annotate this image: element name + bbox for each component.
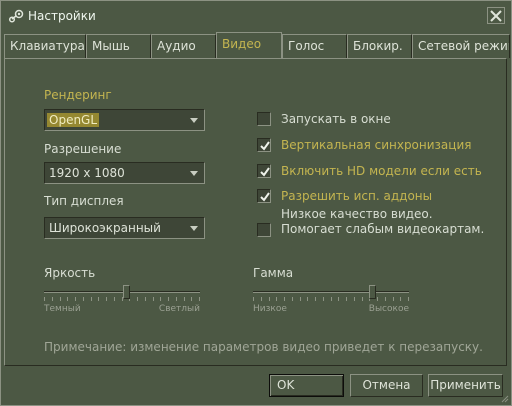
- window-title: Настройки: [28, 9, 96, 23]
- tab-keyboard[interactable]: Клавиатура: [4, 34, 86, 58]
- slider-tick: [354, 297, 355, 301]
- close-button[interactable]: [487, 7, 505, 24]
- close-icon: [490, 9, 502, 22]
- rendering-dropdown[interactable]: OpenGL: [44, 109, 205, 131]
- slider-tick: [75, 297, 76, 301]
- slider-tick: [253, 297, 254, 301]
- slider-tick: [137, 297, 138, 301]
- low-quality-checkbox[interactable]: [257, 223, 271, 237]
- slider-thumb[interactable]: [369, 285, 376, 299]
- slider-tick: [199, 297, 200, 301]
- slider-tick: [184, 297, 185, 301]
- slider-tick: [315, 297, 316, 301]
- steam-icon: [8, 9, 24, 23]
- slider-tick: [393, 297, 394, 301]
- slider-track: [44, 291, 200, 293]
- slider-tick: [261, 297, 262, 301]
- restart-note: Примечание: изменение параметров видео п…: [44, 340, 483, 354]
- brightness-label: Яркость: [44, 266, 96, 280]
- resolution-value: 1920 x 1080: [49, 166, 125, 180]
- slider-tick: [83, 297, 84, 301]
- resolution-dropdown[interactable]: 1920 x 1080: [44, 162, 205, 184]
- slider-tick: [98, 297, 99, 301]
- slider-tick: [307, 297, 308, 301]
- slider-thumb[interactable]: [123, 285, 130, 299]
- gamma-slider[interactable]: Низкое Высокое: [253, 283, 409, 317]
- slider-tick: [346, 297, 347, 301]
- slider-tick: [91, 297, 92, 301]
- low-quality-label-line2: Помогает слабым видеокартам.: [281, 222, 485, 236]
- tab-lock[interactable]: Блокир.: [347, 34, 412, 58]
- slider-tick: [191, 297, 192, 301]
- chevron-down-icon: [190, 171, 198, 176]
- tab-multiplayer[interactable]: Сетевой режим: [412, 34, 510, 58]
- slider-tick: [67, 297, 68, 301]
- tab-mouse[interactable]: Мышь: [86, 34, 151, 58]
- resolution-label: Разрешение: [44, 142, 122, 156]
- slider-tick: [106, 297, 107, 301]
- slider-tick: [331, 297, 332, 301]
- display-type-value: Широкоэкранный: [49, 221, 161, 235]
- checkmark-icon: [260, 141, 270, 151]
- tab-bar: Клавиатура Мышь Аудио Видео Голос Блокир…: [4, 32, 511, 59]
- gamma-label: Гамма: [253, 266, 294, 280]
- gamma-max-label: Высокое: [368, 304, 409, 314]
- hd-models-label: Включить HD модели если есть: [281, 164, 482, 178]
- slider-tick: [160, 297, 161, 301]
- apply-button[interactable]: Применить: [428, 374, 503, 397]
- hd-models-checkbox[interactable]: [257, 164, 271, 178]
- brightness-max-label: Светлый: [158, 304, 200, 314]
- slider-tick: [52, 297, 53, 301]
- tab-voice[interactable]: Голос: [282, 34, 347, 58]
- addons-label: Разрешить исп. аддоны: [281, 189, 433, 203]
- slider-tick: [377, 297, 378, 301]
- slider-tick: [60, 297, 61, 301]
- slider-tick: [276, 297, 277, 301]
- vsync-checkbox[interactable]: [257, 138, 271, 152]
- slider-tick: [362, 297, 363, 301]
- ok-button[interactable]: OK: [269, 374, 344, 397]
- cancel-button[interactable]: Отмена: [350, 374, 423, 397]
- slider-tick: [338, 297, 339, 301]
- checkmark-icon: [260, 192, 270, 202]
- addons-checkbox[interactable]: [257, 189, 271, 203]
- windowed-label: Запускать в окне: [281, 112, 391, 126]
- display-type-label: Тип дисплея: [44, 194, 124, 208]
- windowed-checkbox[interactable]: [257, 112, 271, 126]
- slider-track: [253, 291, 409, 293]
- brightness-min-label: Темный: [44, 304, 81, 314]
- slider-tick: [269, 297, 270, 301]
- rendering-label: Рендеринг: [44, 88, 112, 102]
- chevron-down-icon: [190, 226, 198, 231]
- slider-tick: [176, 297, 177, 301]
- slider-tick: [114, 297, 115, 301]
- slider-tick: [385, 297, 386, 301]
- slider-tick: [145, 297, 146, 301]
- vsync-label: Вертикальная синхронизация: [281, 138, 472, 152]
- resize-grip-icon[interactable]: [501, 395, 509, 403]
- display-type-dropdown[interactable]: Широкоэкранный: [44, 217, 205, 239]
- title-bar[interactable]: Настройки: [1, 1, 511, 29]
- tab-audio[interactable]: Аудио: [151, 34, 216, 58]
- chevron-down-icon: [190, 118, 198, 123]
- checkmark-icon: [260, 167, 270, 177]
- slider-tick: [408, 297, 409, 301]
- slider-tick: [153, 297, 154, 301]
- slider-tick: [284, 297, 285, 301]
- slider-tick: [400, 297, 401, 301]
- brightness-slider[interactable]: Темный Светлый: [44, 283, 200, 317]
- gamma-min-label: Низкое: [253, 304, 287, 314]
- tab-video[interactable]: Видео: [216, 32, 282, 59]
- slider-tick: [292, 297, 293, 301]
- settings-window: Настройки Клавиатура Мышь Аудио Видео Го…: [0, 0, 512, 406]
- low-quality-label-line1: Низкое качество видео.: [281, 207, 433, 221]
- slider-tick: [168, 297, 169, 301]
- slider-tick: [300, 297, 301, 301]
- slider-tick: [323, 297, 324, 301]
- rendering-value: OpenGL: [47, 113, 100, 127]
- slider-tick: [44, 297, 45, 301]
